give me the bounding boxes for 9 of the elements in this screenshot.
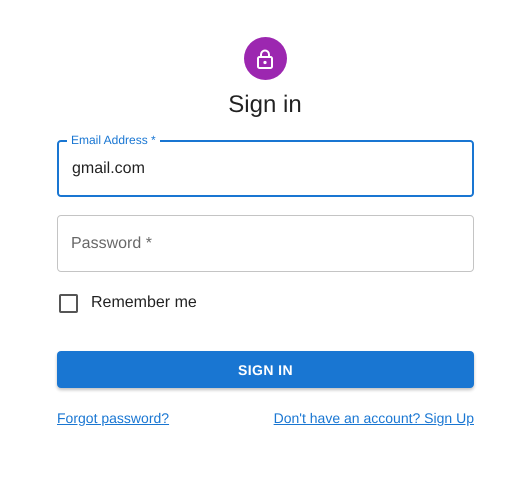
remember-checkbox[interactable]: [59, 294, 78, 312]
remember-label: Remember me: [91, 294, 197, 312]
password-field[interactable]: Password *: [58, 216, 473, 271]
forgot-password-link[interactable]: Forgot password?: [57, 410, 170, 426]
page-title: Sign in: [228, 90, 302, 120]
sign-up-link[interactable]: Don't have an account? Sign Up: [274, 410, 474, 426]
field-label: Email Address *: [67, 133, 160, 147]
lock-icon: [255, 48, 275, 70]
sign-in-button[interactable]: SIGN IN: [57, 351, 474, 388]
